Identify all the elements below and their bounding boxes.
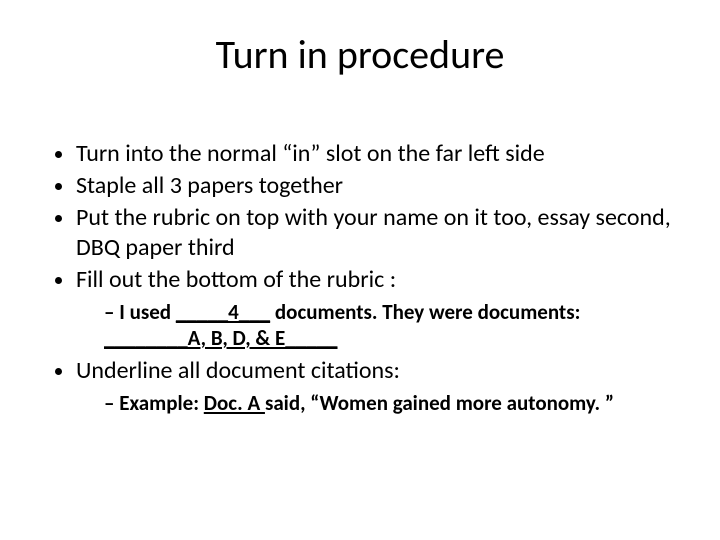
bullet-item: Turn into the normal “in” slot on the fa… (76, 139, 680, 169)
sub-text: Example: (119, 390, 204, 416)
sub-item: I used _____4___ documents. They were do… (104, 299, 680, 352)
bullet-text: Fill out the bottom of the rubric : (76, 265, 396, 294)
sub-item: Example: Doc. A said, “Women gained more… (104, 390, 680, 416)
sub-text: I used (119, 299, 176, 325)
sub-text: documents. They were documents: (270, 299, 580, 325)
bullet-item: Staple all 3 papers together (76, 171, 680, 201)
sub-list: I used _____4___ documents. They were do… (76, 299, 680, 352)
doc-citation-underline: Doc. A (204, 390, 265, 416)
bullet-item: Put the rubric on top with your name on … (76, 203, 680, 263)
blank-underline: _____4___ (176, 299, 270, 325)
sub-text: said, “Women gained more autonomy. ” (265, 390, 614, 416)
slide: Turn in procedure Turn into the normal “… (0, 0, 720, 540)
bullet-list: Turn into the normal “in” slot on the fa… (40, 139, 680, 416)
blank-underline: ________A, B, D, & E_____ (104, 325, 338, 351)
bullet-item: Fill out the bottom of the rubric : I us… (76, 265, 680, 352)
sub-list: Example: Doc. A said, “Women gained more… (76, 390, 680, 416)
bullet-item: Underline all document citations: Exampl… (76, 356, 680, 416)
slide-title: Turn in procedure (40, 30, 680, 79)
bullet-text: Underline all document citations: (76, 356, 400, 385)
